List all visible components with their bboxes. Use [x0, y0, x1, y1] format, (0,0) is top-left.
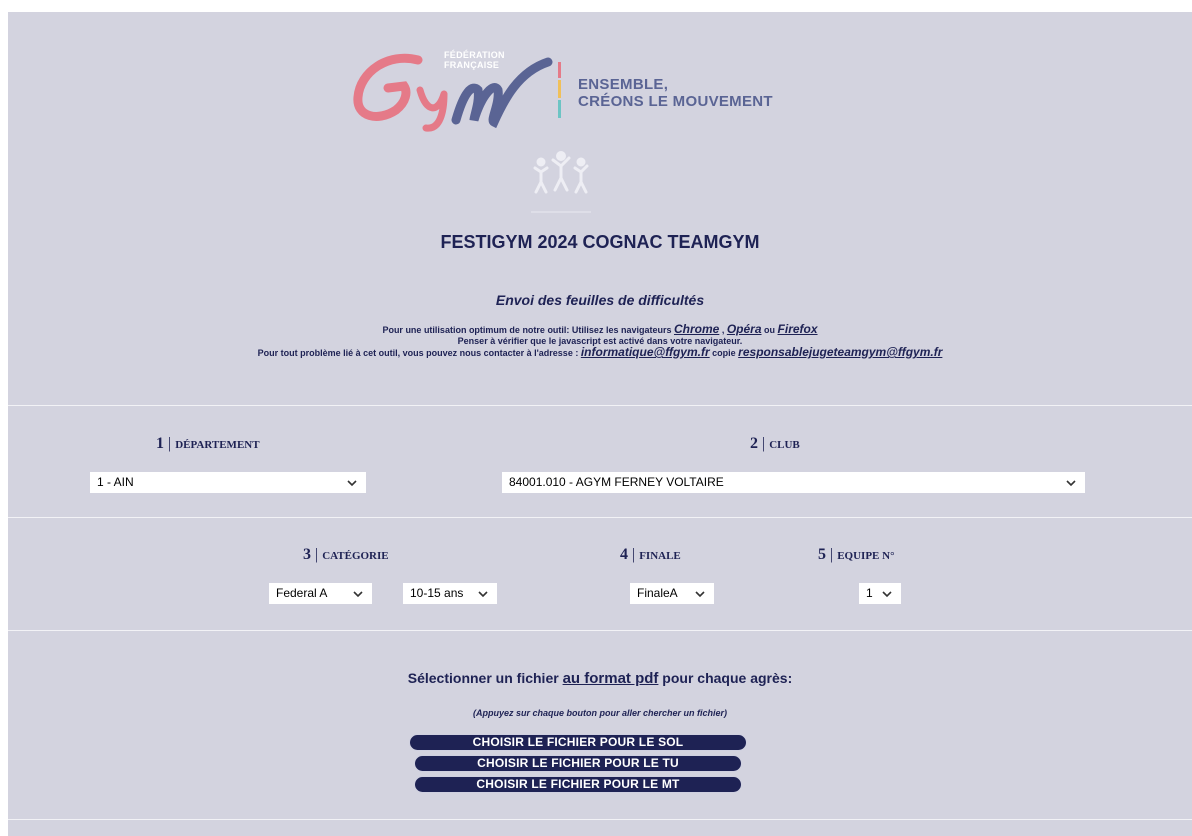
- step1-label: 1 | Département: [156, 435, 260, 453]
- club-select[interactable]: 84001.010 - AGYM FERNEY VOLTAIRE: [502, 472, 1085, 493]
- step5-bar: |: [830, 546, 834, 563]
- chrome-link[interactable]: Chrome: [674, 322, 719, 336]
- info-copie: copie: [709, 348, 739, 358]
- club-value: 84001.010 - AGYM FERNEY VOLTAIRE: [509, 475, 724, 489]
- info-comma: ,: [719, 325, 727, 335]
- firefox-link[interactable]: Firefox: [778, 322, 818, 336]
- file-hint: (Appuyez sur chaque bouton pour aller ch…: [472, 708, 728, 718]
- slogan-line-2: CRÉONS LE MOUVEMENT: [578, 93, 773, 110]
- step2-label: 2 | Club: [750, 435, 800, 453]
- choose-file-sol-button[interactable]: CHOISIR LE FICHIER POUR LE SOL: [409, 734, 747, 751]
- slogan-line-1: ENSEMBLE,: [578, 76, 669, 93]
- step2-text: Club: [769, 439, 800, 451]
- category-age-select[interactable]: 10-15 ans: [403, 583, 497, 604]
- step3-bar: |: [315, 546, 319, 563]
- info-browsers-text: Pour une utilisation optimum de notre ou…: [382, 325, 674, 335]
- chevron-down-icon: [347, 480, 357, 487]
- chevron-down-icon: [1066, 480, 1076, 487]
- email-informatique-link[interactable]: informatique@ffgym.fr: [581, 345, 710, 359]
- email-juge-link[interactable]: responsablejugeteamgym@ffgym.fr: [738, 345, 942, 359]
- finale-value: FinaleA: [637, 586, 678, 600]
- page-container: FÉDÉRATION FRANÇAISE ENSEMBLE, CRÉONS LE…: [8, 12, 1192, 836]
- separator: [8, 517, 1192, 518]
- step5-text: Equipe n°: [837, 550, 895, 562]
- step4-text: Finale: [639, 550, 681, 562]
- step3-text: Catégorie: [322, 550, 389, 562]
- step1-bar: |: [168, 435, 172, 452]
- equipe-select[interactable]: 1: [859, 583, 901, 604]
- step3-label: 3 | Catégorie: [303, 546, 389, 564]
- logo-federation-text: FÉDÉRATION: [444, 50, 505, 60]
- gymnasts-emblem-icon: [531, 148, 591, 214]
- info-line-browsers: Pour une utilisation optimum de notre ou…: [8, 322, 1192, 336]
- choose-file-mt-button[interactable]: CHOISIR LE FICHIER POUR LE MT: [414, 776, 742, 793]
- choose-file-tu-button[interactable]: CHOISIR LE FICHIER POUR LE TU: [414, 755, 742, 772]
- step4-number: 4: [620, 546, 628, 563]
- separator: [8, 819, 1192, 820]
- file-title-prefix: Sélectionner un fichier: [407, 670, 563, 686]
- page-subtitle: Envoi des feuilles de difficultés: [495, 292, 705, 308]
- departement-value: 1 - AIN: [97, 475, 134, 489]
- step5-label: 5 | Equipe n°: [818, 546, 894, 564]
- chevron-down-icon: [882, 591, 892, 598]
- logo-slogan: ENSEMBLE, CRÉONS LE MOUVEMENT: [578, 76, 773, 110]
- step3-number: 3: [303, 546, 311, 563]
- pdf-format-link[interactable]: au format pdf: [563, 670, 659, 687]
- chevron-down-icon: [353, 591, 363, 598]
- info-block: Pour une utilisation optimum de notre ou…: [8, 322, 1192, 359]
- info-line-contact: Pour tout problème lié à cet outil, vous…: [8, 345, 1192, 359]
- step5-number: 5: [818, 546, 826, 563]
- step4-bar: |: [632, 546, 636, 563]
- file-title-suffix: pour chaque agrès:: [658, 670, 793, 686]
- step2-bar: |: [762, 435, 766, 452]
- logo-small-text: FÉDÉRATION FRANÇAISE: [444, 50, 505, 70]
- step4-label: 4 | Finale: [620, 546, 681, 564]
- opera-link[interactable]: Opéra: [727, 322, 762, 336]
- ffgym-logo: FÉDÉRATION FRANÇAISE ENSEMBLE, CRÉONS LE…: [348, 42, 808, 132]
- category-age-value: 10-15 ans: [410, 586, 464, 600]
- separator: [8, 630, 1192, 631]
- equipe-value: 1: [866, 586, 873, 600]
- step1-text: Département: [175, 439, 260, 451]
- logo-francaise-text: FRANÇAISE: [444, 60, 500, 70]
- finale-select[interactable]: FinaleA: [630, 583, 714, 604]
- chevron-down-icon: [695, 591, 705, 598]
- category-level-select[interactable]: Federal A: [269, 583, 372, 604]
- info-ou: ou: [761, 325, 778, 335]
- departement-select[interactable]: 1 - AIN: [90, 472, 366, 493]
- step2-number: 2: [750, 435, 758, 452]
- category-level-value: Federal A: [276, 586, 328, 600]
- step1-number: 1: [156, 435, 164, 452]
- page-title: FESTIGYM 2024 COGNAC TEAMGYM: [440, 232, 760, 252]
- file-section-title: Sélectionner un fichier au format pdf po…: [8, 670, 1192, 687]
- header: FÉDÉRATION FRANÇAISE ENSEMBLE, CRÉONS LE…: [8, 12, 1192, 405]
- separator: [8, 405, 1192, 406]
- info-contact-text: Pour tout problème lié à cet outil, vous…: [257, 348, 581, 358]
- chevron-down-icon: [478, 591, 488, 598]
